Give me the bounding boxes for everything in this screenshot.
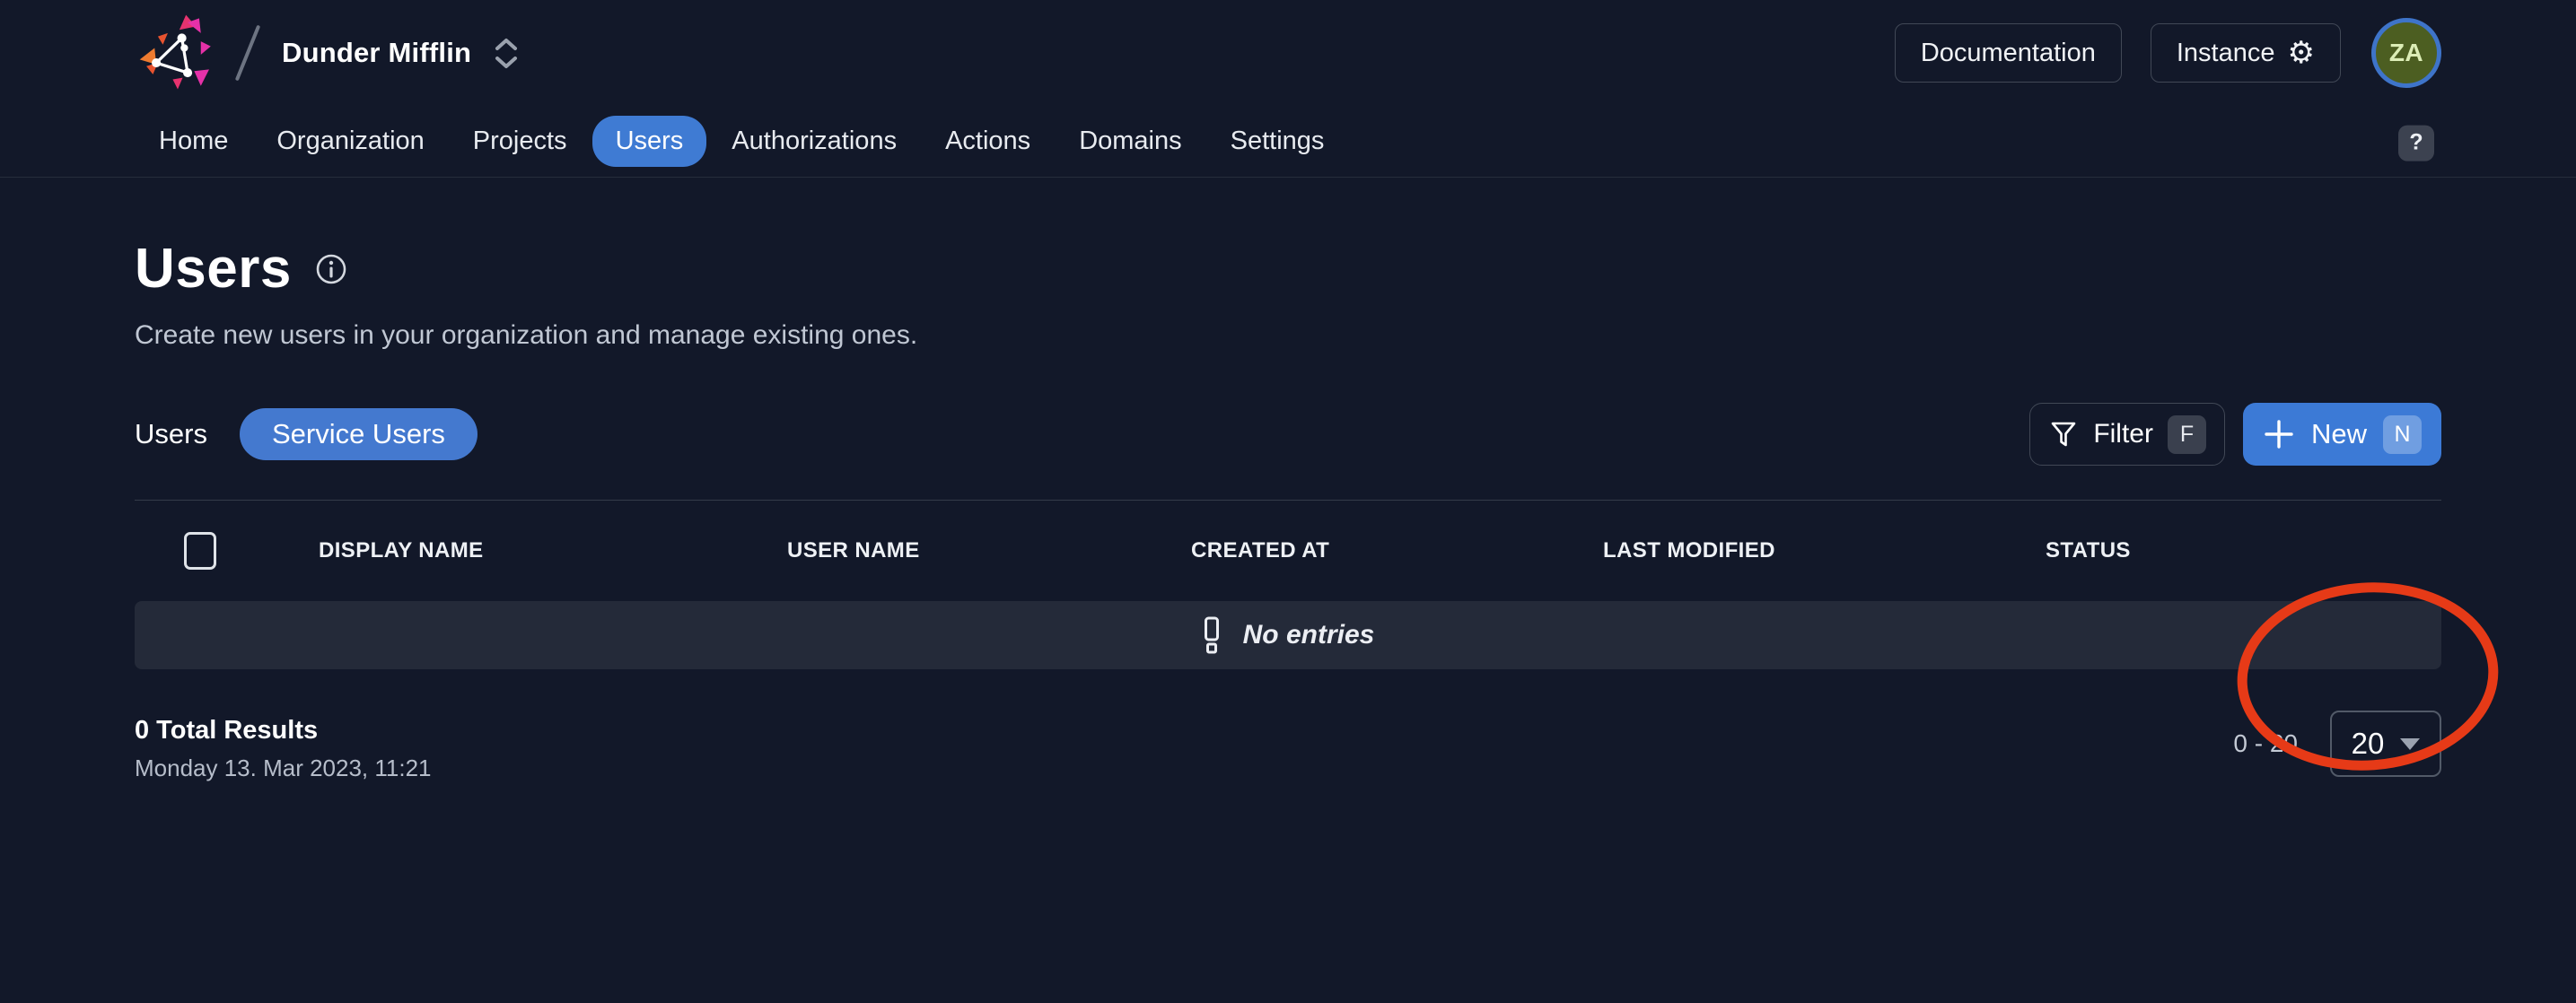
zitadel-logo-icon[interactable] (135, 12, 221, 94)
user-type-toggle: Users Service Users (135, 408, 478, 460)
results-summary: 0 Total Results Monday 13. Mar 2023, 11:… (135, 716, 432, 782)
nav-item-authorizations[interactable]: Authorizations (708, 116, 920, 167)
new-shortcut-badge: N (2383, 415, 2422, 454)
filter-button-label: Filter (2093, 419, 2153, 449)
nav-item-users[interactable]: Users (592, 116, 707, 167)
paginator: 0 - 20 20 (2233, 711, 2441, 777)
documentation-button-label: Documentation (1921, 39, 2096, 68)
column-header-display-name[interactable]: DISPLAY NAME (319, 538, 787, 563)
column-header-user-name[interactable]: USER NAME (787, 538, 1191, 563)
column-header-last-modified[interactable]: LAST MODIFIED (1603, 538, 2046, 563)
page-size-select[interactable]: 20 (2330, 711, 2441, 777)
nav-item-home[interactable]: Home (136, 116, 251, 167)
exclamation-icon (1202, 616, 1222, 654)
users-page: Users Create new users in your organizat… (0, 237, 2576, 782)
query-timestamp: Monday 13. Mar 2023, 11:21 (135, 754, 432, 782)
filter-icon (2048, 419, 2079, 449)
org-switcher-icon[interactable] (495, 38, 518, 69)
nav-item-projects[interactable]: Projects (450, 116, 591, 167)
result-range: 0 - 20 (2233, 729, 2298, 758)
help-button[interactable]: ? (2398, 125, 2434, 161)
empty-state-row: No entries (135, 601, 2441, 669)
empty-state-text: No entries (1243, 620, 1375, 650)
new-button-label: New (2311, 418, 2367, 450)
nav-item-settings[interactable]: Settings (1207, 116, 1348, 167)
app-header: Dunder Mifflin Documentation Instance ⚙ … (0, 0, 2576, 178)
page-subtitle: Create new users in your organization an… (135, 320, 2441, 351)
instance-button[interactable]: Instance ⚙ (2151, 23, 2341, 83)
top-bar: Dunder Mifflin Documentation Instance ⚙ … (0, 0, 2576, 106)
nav-item-domains[interactable]: Domains (1056, 116, 1205, 167)
page-size-value: 20 (2352, 727, 2385, 761)
documentation-button[interactable]: Documentation (1895, 23, 2122, 83)
main-nav: Home Organization Projects Users Authori… (0, 106, 2576, 178)
page-title: Users (135, 237, 292, 301)
new-button[interactable]: New N (2243, 403, 2441, 466)
nav-item-organization[interactable]: Organization (253, 116, 447, 167)
table-footer: 0 Total Results Monday 13. Mar 2023, 11:… (135, 716, 2441, 782)
instance-button-label: Instance (2177, 39, 2275, 68)
column-header-created-at[interactable]: CREATED AT (1191, 538, 1603, 563)
avatar[interactable]: ZA (2371, 18, 2441, 88)
column-header-status[interactable]: STATUS (2046, 538, 2441, 563)
info-icon[interactable] (315, 253, 347, 285)
toggle-users[interactable]: Users (135, 408, 207, 460)
select-all-checkbox[interactable] (184, 532, 216, 570)
toggle-service-users[interactable]: Service Users (240, 408, 478, 460)
breadcrumb-slash-divider (235, 25, 260, 82)
plus-icon (2263, 418, 2295, 450)
filter-button[interactable]: Filter F (2029, 403, 2225, 466)
filter-shortcut-badge: F (2168, 415, 2206, 454)
org-name[interactable]: Dunder Mifflin (282, 37, 471, 69)
gear-icon: ⚙ (2288, 38, 2315, 68)
avatar-initials: ZA (2389, 39, 2423, 67)
nav-item-actions[interactable]: Actions (922, 116, 1054, 167)
chevron-down-icon (2400, 738, 2420, 750)
table-header-row: DISPLAY NAME USER NAME CREATED AT LAST M… (135, 501, 2441, 601)
toolbar: Filter F New N (2029, 403, 2441, 466)
total-results: 0 Total Results (135, 716, 432, 746)
